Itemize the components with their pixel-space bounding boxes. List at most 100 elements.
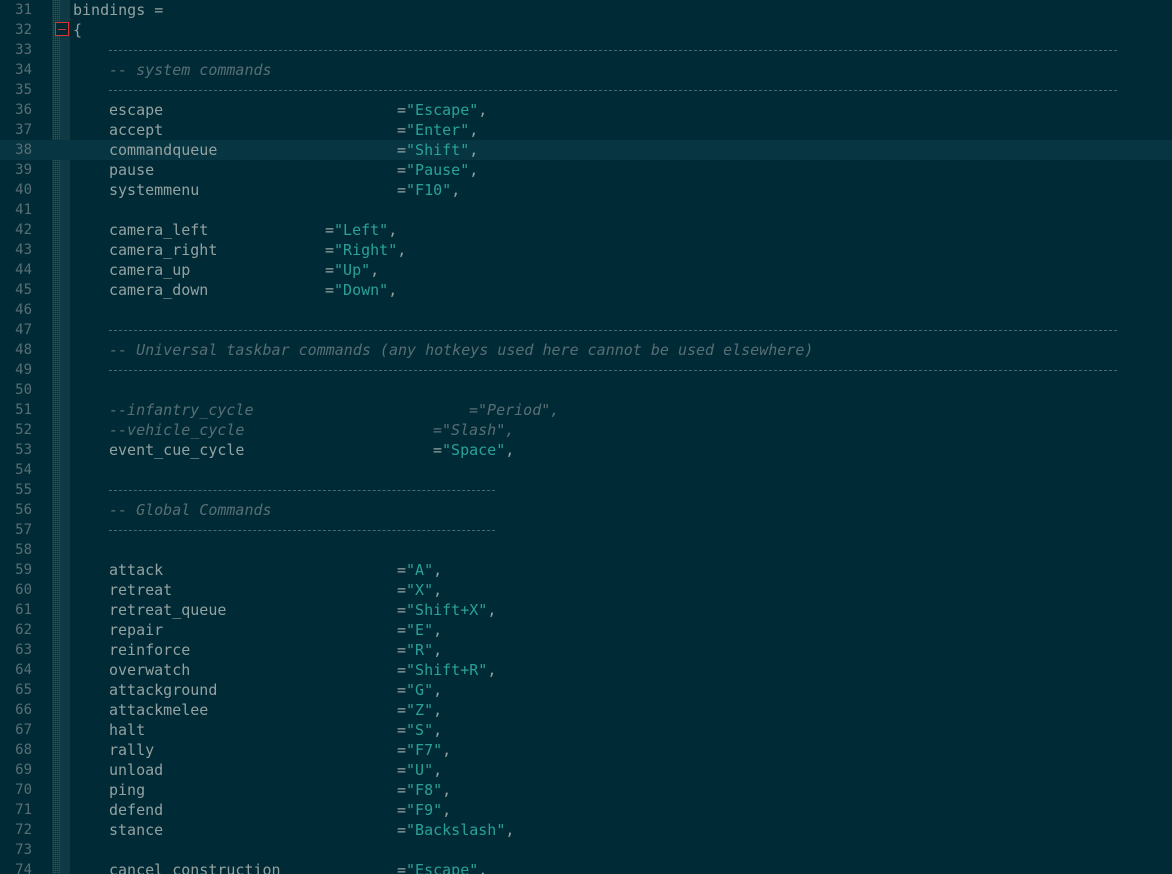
binding-name: retreat_queue (109, 601, 227, 619)
binding-key-string: "Z" (406, 701, 434, 719)
binding-value: ="Backslash", (397, 821, 515, 839)
code-line[interactable]: 46 (0, 300, 1172, 320)
line-number: 64 (15, 662, 32, 678)
code-line[interactable]: 65 attackground ="G", (0, 680, 1172, 700)
code-line[interactable]: 43 camera_right ="Right", (0, 240, 1172, 260)
code-line[interactable]: 57 (0, 520, 1172, 540)
code-line[interactable]: 36 escape ="Escape", (0, 100, 1172, 120)
line-number: 57 (15, 522, 32, 538)
code-line[interactable]: 37 accept ="Enter", (0, 120, 1172, 140)
code-line[interactable]: 52 --vehicle_cycle ="Slash", (0, 420, 1172, 440)
line-number: 39 (15, 162, 32, 178)
binding-key-string: "Shift" (406, 141, 470, 159)
code-line[interactable]: 39 pause ="Pause", (0, 160, 1172, 180)
binding-name: camera_left (109, 221, 209, 239)
binding-value: ="S", (397, 721, 443, 739)
code-line[interactable]: 51 --infantry_cycle ="Period", (0, 400, 1172, 420)
code-comment: -- system commands (109, 61, 272, 79)
code-line[interactable]: 73 (0, 840, 1172, 860)
code-line[interactable]: 54 (0, 460, 1172, 480)
code-line[interactable]: 63 reinforce ="R", (0, 640, 1172, 660)
code-line[interactable]: 69 unload ="U", (0, 760, 1172, 780)
binding-key-string: "E" (406, 621, 434, 639)
code-line[interactable]: 49 (0, 360, 1172, 380)
line-number: 62 (15, 622, 32, 638)
code-line[interactable]: 47 (0, 320, 1172, 340)
binding-value: ="X", (397, 581, 443, 599)
line-number: 74 (15, 862, 32, 874)
code-line[interactable]: 61 retreat_queue ="Shift+X", (0, 600, 1172, 620)
line-number: 32 (15, 22, 32, 38)
code-line[interactable]: 45 camera_down ="Down", (0, 280, 1172, 300)
code-line[interactable]: 68 rally ="F7", (0, 740, 1172, 760)
binding-name: ping (109, 781, 146, 799)
binding-name: escape (109, 101, 164, 119)
code-line[interactable]: 55 (0, 480, 1172, 500)
code-line[interactable]: 35 (0, 80, 1172, 100)
binding-key-string: "U" (406, 761, 434, 779)
line-number: 48 (15, 342, 32, 358)
comment-divider (109, 330, 1117, 331)
binding-value: ="Escape", (397, 860, 487, 874)
line-number: 58 (15, 542, 32, 558)
code-line[interactable]: 44 camera_up ="Up", (0, 260, 1172, 280)
code-line[interactable]: 72 stance ="Backslash", (0, 820, 1172, 840)
code-line[interactable]: 53 event_cue_cycle ="Space", (0, 440, 1172, 460)
code-line[interactable]: 48 -- Universal taskbar commands (any hot… (0, 340, 1172, 360)
binding-value: ="R", (397, 641, 443, 659)
code-line[interactable]: 56 -- Global Commands (0, 500, 1172, 520)
code-line[interactable]: 64 overwatch ="Shift+R", (0, 660, 1172, 680)
current-code-line[interactable]: 38 commandqueue ="Shift", (0, 140, 1172, 160)
line-number: 40 (15, 182, 32, 198)
code-line[interactable]: 74 cancel_construction ="Escape", (0, 860, 1172, 874)
code-line[interactable]: 60 retreat ="X", (0, 580, 1172, 600)
code-line[interactable]: 67 halt ="S", (0, 720, 1172, 740)
code-comment: -- Global Commands (109, 501, 272, 519)
code-line[interactable]: 66 attackmelee ="Z", (0, 700, 1172, 720)
fold-collapse-icon[interactable] (55, 22, 69, 36)
code-line[interactable]: 58 (0, 540, 1172, 560)
code-line[interactable]: 71 defend ="F9", (0, 800, 1172, 820)
code-line[interactable]: 40 systemmenu ="F10", (0, 180, 1172, 200)
binding-name: commandqueue (109, 141, 218, 159)
binding-name: systemmenu (109, 181, 200, 199)
comment-divider (109, 50, 1117, 51)
line-number: 52 (15, 422, 32, 438)
binding-value: ="Right", (325, 241, 407, 259)
code-editor[interactable]: 31 bindings = 32 {33 34 -- system commands 35 3… (0, 0, 1172, 874)
binding-key-string: "F8" (406, 781, 443, 799)
line-number: 69 (15, 762, 32, 778)
code-line[interactable]: 59 attack ="A", (0, 560, 1172, 580)
line-number: 43 (15, 242, 32, 258)
line-number: 49 (15, 362, 32, 378)
code-line[interactable]: 31 bindings = (0, 0, 1172, 20)
commented-binding-value: ="Slash", (433, 421, 515, 439)
code-line[interactable]: 41 (0, 200, 1172, 220)
line-number: 54 (15, 462, 32, 478)
line-number: 70 (15, 782, 32, 798)
binding-key-string: "Shift+R" (406, 661, 488, 679)
binding-value: ="A", (397, 561, 443, 579)
line-number: 72 (15, 822, 32, 838)
binding-name: accept (109, 121, 164, 139)
binding-value: ="Pause", (397, 161, 479, 179)
code-line[interactable]: 33 (0, 40, 1172, 60)
binding-value: ="Shift", (397, 141, 479, 159)
binding-name: reinforce (109, 641, 191, 659)
binding-name: defend (109, 801, 164, 819)
line-number: 68 (15, 742, 32, 758)
code-line[interactable]: 42 camera_left ="Left", (0, 220, 1172, 240)
binding-value: ="Up", (325, 261, 380, 279)
code-line[interactable]: 32 { (0, 20, 1172, 40)
code-line[interactable]: 70 ping ="F8", (0, 780, 1172, 800)
code-line[interactable]: 34 -- system commands (0, 60, 1172, 80)
line-number: 42 (15, 222, 32, 238)
line-number: 38 (15, 142, 32, 158)
binding-value: ="Down", (325, 281, 398, 299)
code-line[interactable]: 50 (0, 380, 1172, 400)
binding-key-string: "Escape" (406, 101, 479, 119)
line-number: 59 (15, 562, 32, 578)
code-line[interactable]: 62 repair ="E", (0, 620, 1172, 640)
binding-name: unload (109, 761, 164, 779)
code-text: { (73, 21, 83, 39)
